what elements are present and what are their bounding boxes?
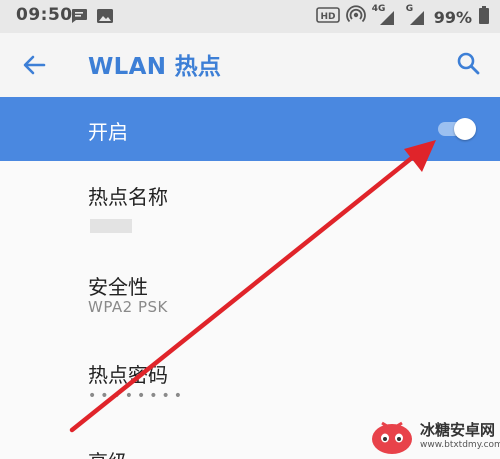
advanced-title: 高级 bbox=[88, 446, 128, 459]
watermark-logo-icon bbox=[372, 421, 412, 454]
security-title: 安全性 bbox=[88, 275, 148, 299]
status-time: 09:50 bbox=[16, 5, 73, 25]
app-bar: WLAN 热点 bbox=[0, 33, 500, 97]
enable-label: 开启 bbox=[88, 120, 128, 144]
password-value: •••••••• bbox=[88, 388, 187, 404]
signal-g-icon: G bbox=[404, 4, 428, 27]
password-title: 热点密码 bbox=[88, 363, 168, 387]
watermark: 冰糖安卓网 www.btxtdmy.com bbox=[370, 415, 500, 459]
battery-icon bbox=[478, 5, 490, 29]
notification-icons bbox=[70, 8, 114, 28]
back-button[interactable] bbox=[18, 49, 50, 81]
image-icon bbox=[96, 8, 114, 28]
signal-4g-icon: 4G bbox=[372, 4, 398, 27]
page-title: WLAN 热点 bbox=[88, 54, 222, 80]
watermark-url: www.btxtdmy.com bbox=[420, 440, 500, 450]
hotspot-enable-row[interactable]: 开启 bbox=[0, 97, 500, 161]
status-icons: HD 4G G 99% bbox=[315, 4, 490, 29]
hotspot-name-title: 热点名称 bbox=[88, 185, 168, 209]
hotspot-name-row[interactable]: 热点名称 bbox=[0, 161, 500, 251]
hotspot-toggle[interactable] bbox=[436, 118, 476, 140]
arrow-back-icon bbox=[23, 55, 46, 75]
hotspot-name-value-redacted bbox=[90, 219, 132, 233]
search-icon bbox=[457, 52, 480, 75]
battery-percent: 99% bbox=[433, 7, 472, 27]
watermark-text: 冰糖安卓网 bbox=[420, 421, 496, 439]
svg-text:HD: HD bbox=[320, 12, 335, 22]
status-bar: 09:50 HD 4G G 99% bbox=[0, 0, 500, 33]
hd-icon: HD bbox=[315, 6, 340, 28]
toggle-thumb bbox=[454, 118, 476, 140]
hotspot-icon bbox=[345, 5, 366, 29]
security-value: WPA2 PSK bbox=[88, 298, 168, 316]
search-button[interactable] bbox=[452, 47, 484, 79]
message-icon bbox=[70, 8, 88, 28]
security-row[interactable]: 安全性 WPA2 PSK bbox=[0, 251, 500, 341]
